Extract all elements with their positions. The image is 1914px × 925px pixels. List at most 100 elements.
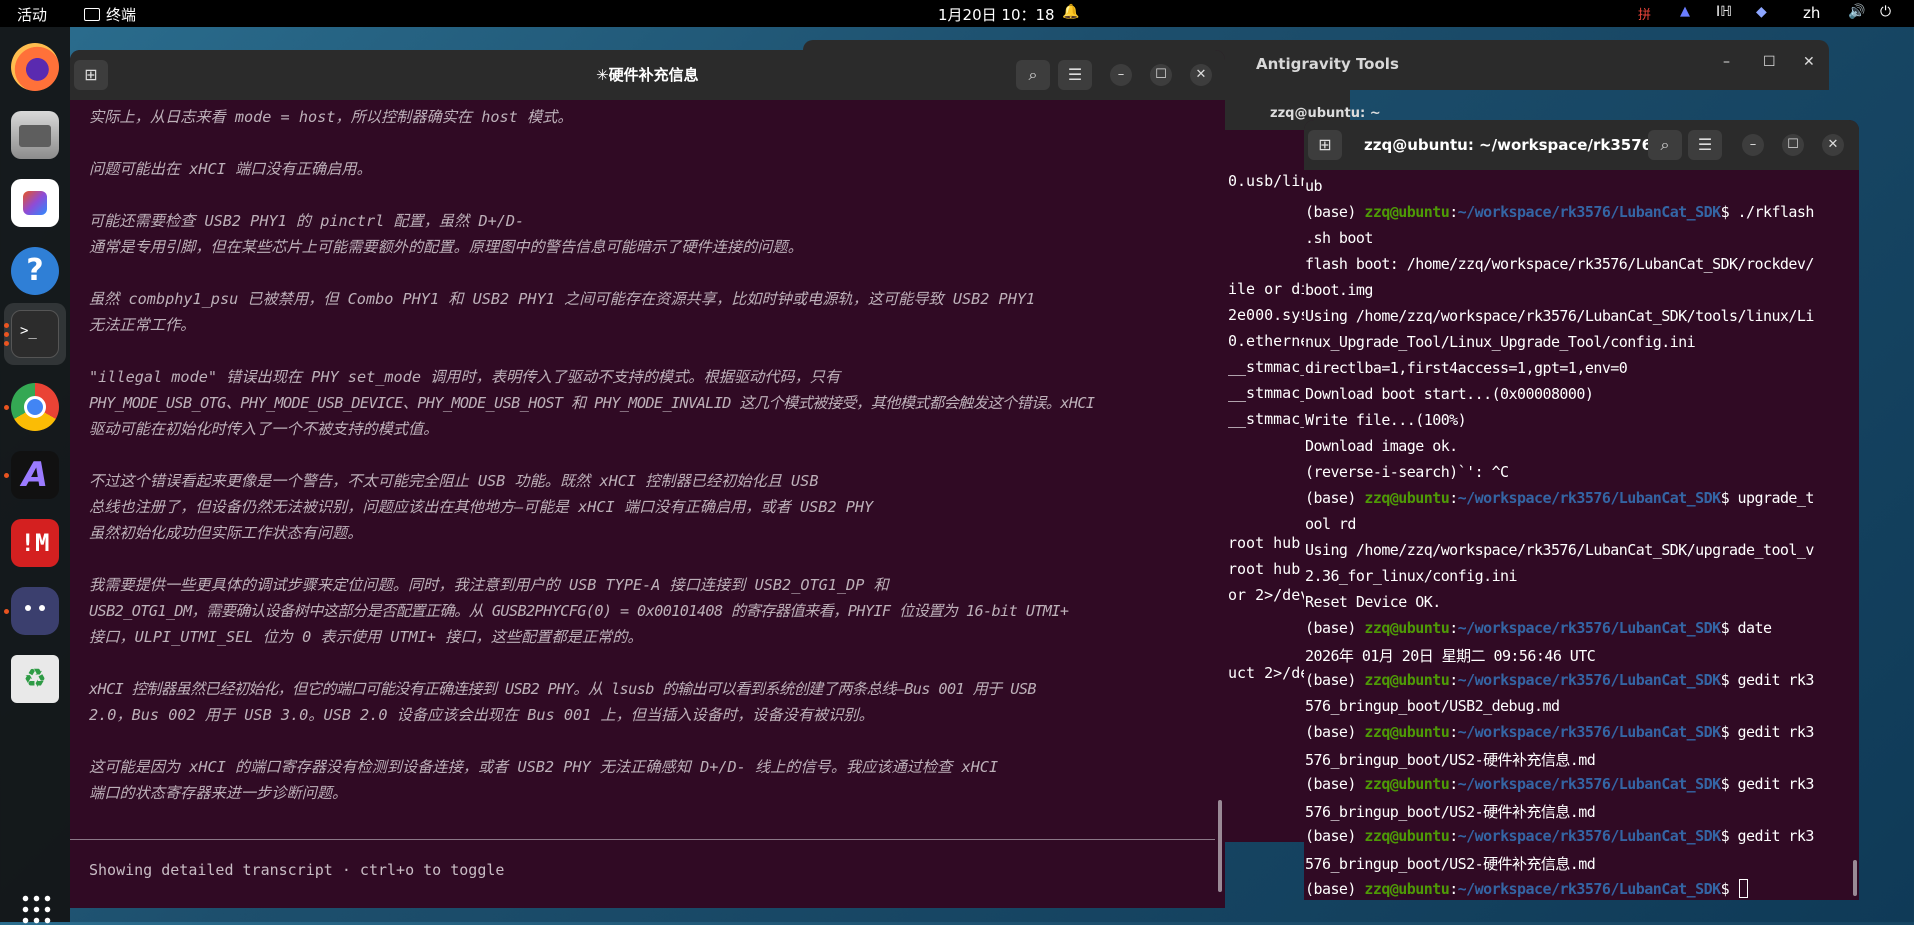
cat-app-icon[interactable] — [11, 587, 59, 635]
prompt-dollar: $ — [1720, 619, 1738, 637]
command-text: gedit rk3 — [1737, 671, 1815, 689]
close-button[interactable]: ✕ — [1190, 64, 1212, 86]
prompt-env: (base) — [1305, 723, 1365, 741]
activities-button[interactable]: 活动 — [17, 4, 47, 25]
text-cursor — [1738, 879, 1748, 898]
running-indicator — [4, 609, 9, 614]
app-menu[interactable]: 终端 — [84, 4, 136, 25]
terminal-line: root hub — [1228, 534, 1301, 552]
output-line: 576_bringup_boot/US2-硬件补充信息.md — [1305, 803, 1596, 821]
output-line: 2.36_for_linux/config.ini — [1305, 567, 1518, 585]
running-indicator — [4, 473, 9, 478]
prompt-line: (base) zzq@ubuntu:~/workspace/rk3576/Lub… — [1305, 827, 1814, 845]
search-button[interactable]: ⌕ — [1016, 60, 1050, 90]
trash-icon[interactable]: ♻ — [11, 655, 59, 703]
output-line: 576_bringup_boot/USB2_debug.md — [1305, 697, 1560, 715]
prompt-dollar: $ — [1720, 489, 1738, 507]
prompt-line: (base) zzq@ubuntu:~/workspace/rk3576/Lub… — [1305, 203, 1814, 221]
prompt-path: ~/workspace/rk3576/LubanCat_SDK — [1457, 489, 1721, 507]
terminal-line: uct 2>/de — [1228, 664, 1304, 682]
terminal-line: or 2>/dev — [1228, 586, 1304, 604]
prompt-dollar: $ — [1720, 775, 1738, 793]
transcript-line: 虽然 combphy1_psu 已被禁用，但 Combo PHY1 和 USB2… — [89, 290, 1036, 308]
prompt-user: zzq@ubuntu — [1364, 489, 1450, 507]
files-icon[interactable] — [11, 111, 59, 159]
tray-app-icon[interactable]: ▲ — [1680, 4, 1690, 19]
antigravity-icon[interactable]: A — [11, 451, 59, 499]
maximize-icon[interactable]: ☐ — [1763, 54, 1776, 70]
prompt-user: zzq@ubuntu — [1364, 619, 1450, 637]
language-indicator[interactable]: zh — [1803, 4, 1820, 22]
clock[interactable]: 1月20日 10：18 — [938, 4, 1055, 25]
input-method-icon[interactable]: 拼 — [1638, 4, 1651, 23]
transcript-line: 我需要提供一些更具体的调试步骤来定位问题。同时，我注意到用户的 USB TYPE… — [89, 576, 889, 594]
transcript-line: 接口，ULPI_UTMI_SEL 位为 0 表示使用 UTMI+ 接口，这些配置… — [89, 628, 643, 646]
tray-keyboard-icon[interactable]: Iℍ — [1716, 4, 1732, 20]
tray-monitor-icon[interactable]: ◆ — [1756, 4, 1767, 20]
scrollbar[interactable] — [1853, 860, 1857, 896]
output-line: 576_bringup_boot/US2-硬件补充信息.md — [1305, 751, 1596, 769]
transcript-line: 不过这个错误看起来更像是一个警告，不太可能完全阻止 USB 功能。既然 xHCI… — [89, 472, 819, 490]
transcript-line: 无法正常工作。 — [89, 316, 196, 334]
prompt-user: zzq@ubuntu — [1364, 827, 1450, 845]
maximize-button[interactable]: ☐ — [1150, 64, 1172, 86]
terminal-line: 0.etherne — [1228, 332, 1304, 350]
prompt-dollar: $ — [1720, 203, 1738, 221]
close-button[interactable]: ✕ — [1822, 134, 1844, 156]
prompt-user: zzq@ubuntu — [1364, 203, 1450, 221]
transcript-line: 可能还需要检查 USB2 PHY1 的 pinctrl 配置，虽然 D+/D- — [89, 212, 525, 230]
prompt-line: (base) zzq@ubuntu:~/workspace/rk3576/Lub… — [1305, 879, 1748, 898]
maximize-button[interactable]: ☐ — [1782, 134, 1804, 156]
help-icon[interactable]: ? — [11, 247, 59, 295]
output-line: .sh boot — [1305, 229, 1373, 247]
prompt-path: ~/workspace/rk3576/LubanCat_SDK — [1457, 671, 1721, 689]
command-text: date — [1737, 619, 1772, 637]
minimize-icon[interactable]: – — [1723, 54, 1730, 70]
menu-button[interactable]: ☰ — [1058, 60, 1092, 90]
prompt-colon: : — [1449, 723, 1458, 741]
prompt-dollar: $ — [1720, 880, 1738, 898]
prompt-user: zzq@ubuntu — [1364, 775, 1450, 793]
power-icon[interactable]: ⏻ — [1880, 4, 1891, 20]
terminal-icon — [84, 8, 100, 21]
prompt-user: zzq@ubuntu — [1364, 880, 1450, 898]
running-indicator — [4, 323, 9, 328]
red-app-icon[interactable]: !M — [11, 519, 59, 567]
new-tab-button[interactable]: ⊞ — [1308, 130, 1342, 160]
minimize-button[interactable]: – — [1742, 134, 1764, 156]
output-line: Using /home/zzq/workspace/rk3576/LubanCa… — [1305, 541, 1814, 559]
minimize-button[interactable]: – — [1110, 64, 1132, 86]
prompt-line: (base) zzq@ubuntu:~/workspace/rk3576/Lub… — [1305, 723, 1814, 741]
terminal-icon[interactable]: >_ — [11, 310, 59, 358]
prompt-line: (base) zzq@ubuntu:~/workspace/rk3576/Lub… — [1305, 489, 1814, 507]
show-apps-grid-icon[interactable] — [20, 893, 52, 925]
prompt-colon: : — [1449, 619, 1458, 637]
prompt-colon: : — [1449, 671, 1458, 689]
volume-icon[interactable]: 🔊 — [1848, 4, 1865, 20]
running-indicator — [4, 332, 9, 337]
transcript-line: 驱动可能在初始化时传入了一个不被支持的模式值。 — [89, 420, 439, 438]
footer-divider — [70, 839, 1215, 840]
close-icon[interactable]: ✕ — [1803, 54, 1815, 70]
prompt-user: zzq@ubuntu — [1364, 723, 1450, 741]
scrollbar[interactable] — [1218, 800, 1222, 892]
transcript-line: 这可能是因为 xHCI 的端口寄存器没有检测到设备连接，或者 USB2 PHY … — [89, 758, 999, 776]
output-line: Write file...(100%) — [1305, 411, 1467, 429]
output-line: Using /home/zzq/workspace/rk3576/LubanCa… — [1305, 307, 1814, 325]
output-line: (reverse-i-search)`': ^C — [1305, 463, 1509, 481]
menu-button[interactable]: ☰ — [1688, 130, 1722, 160]
new-tab-button[interactable]: ⊞ — [74, 60, 108, 90]
transcript-line: 通常是专用引脚，但在某些芯片上可能需要额外的配置。原理图中的警告信息可能暗示了硬… — [89, 238, 803, 256]
app-center-icon[interactable] — [11, 179, 59, 227]
transcript-line: 虽然初始化成功但实际工作状态有问题。 — [89, 524, 363, 542]
search-button[interactable]: ⌕ — [1648, 130, 1682, 160]
chrome-icon[interactable] — [11, 383, 59, 431]
running-indicator — [4, 341, 9, 346]
command-text: gedit rk3 — [1737, 827, 1815, 845]
firefox-icon[interactable] — [11, 43, 59, 91]
prompt-path: ~/workspace/rk3576/LubanCat_SDK — [1457, 775, 1721, 793]
transcript-line: 端口的状态寄存器来进一步诊断问题。 — [89, 784, 348, 802]
prompt-env: (base) — [1305, 671, 1365, 689]
terminal-line: root hub — [1228, 560, 1301, 578]
prompt-env: (base) — [1305, 619, 1365, 637]
